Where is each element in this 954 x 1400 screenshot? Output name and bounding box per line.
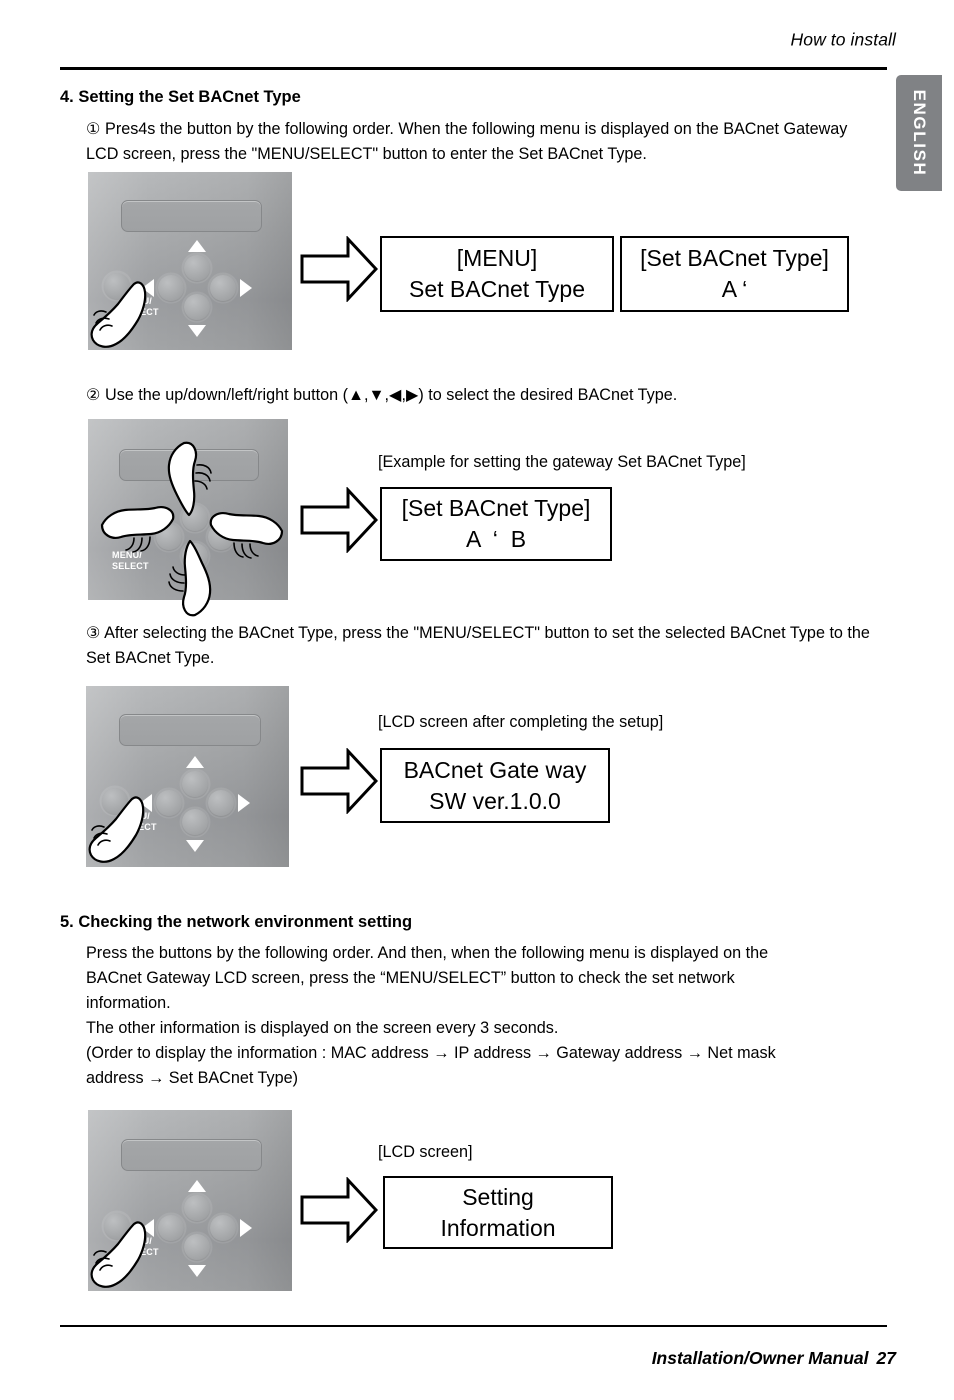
down-arrow-icon-4 — [188, 1265, 206, 1277]
left-button-3[interactable] — [156, 790, 182, 816]
caption-lcd-after-setup: [LCD screen after completing the setup] — [378, 713, 664, 731]
device-panel-3: MENU/ SELECT — [86, 686, 289, 867]
pointing-hand-icon-4 — [90, 1221, 147, 1288]
down-button-3[interactable] — [182, 809, 208, 835]
down-arrow-icon-1 — [188, 325, 206, 337]
step-3-text: After selecting the BACnet Type, press t… — [86, 624, 870, 667]
footer-page-number: 27 — [876, 1348, 896, 1368]
lcd-display-setting-information: Setting Information — [383, 1176, 613, 1249]
left-button-1[interactable] — [158, 275, 184, 301]
step-3-marker: ③ After selecting the BACnet Type, press… — [86, 621, 886, 671]
lcd-display-gateway-version: BACnet Gate way SW ver.1.0.0 — [380, 748, 610, 823]
up-button-4[interactable] — [184, 1195, 210, 1221]
up-arrow-icon-3 — [186, 756, 204, 768]
right-arrow-icon-3 — [238, 794, 250, 812]
lcd-setting-info-line-2: Information — [440, 1214, 556, 1241]
footer: Installation/Owner Manual 27 — [652, 1348, 896, 1369]
step-2-marker-glyph: ② — [86, 386, 101, 404]
flow-arrow-icon-4 — [300, 1177, 378, 1243]
lcd-set-type-ab-line-2: A ‘ B — [465, 526, 527, 552]
header-divider — [60, 67, 887, 70]
flow-arrow-icon-2 — [300, 487, 378, 553]
page-header: How to install — [0, 0, 954, 72]
section-5-line-5: (Order to display the information : MAC … — [86, 1044, 776, 1062]
caption-example-setting: [Example for setting the gateway Set BAC… — [378, 453, 746, 471]
left-button-4[interactable] — [158, 1215, 184, 1241]
flow-arrow-icon-1 — [300, 236, 378, 302]
footer-manual-text: Installation/Owner Manual — [651, 1348, 869, 1368]
device-panel-1: MENU/ SELECT — [88, 172, 292, 350]
down-button-1[interactable] — [184, 294, 210, 320]
section-5-line-6: address → Set BACnet Type) — [86, 1069, 299, 1087]
up-button-3[interactable] — [182, 771, 208, 797]
step-2-text: Use the up/down/left/right button (▲,▼,◀… — [105, 386, 678, 404]
lcd-gateway-version-line-1: BACnet Gate way — [403, 756, 587, 783]
section-5-line-2: BACnet Gateway LCD screen, press the “ME… — [86, 969, 735, 987]
lcd-set-type-ab-line-1: [Set BACnet Type] — [401, 495, 591, 521]
language-tab: ENGLISH — [896, 75, 942, 191]
menu-select-label-line2-2: SELECT — [112, 561, 149, 571]
section-5-line-4: The other information is displayed on th… — [86, 1019, 559, 1037]
right-arrow-icon-1 — [240, 279, 252, 297]
lcd-display-menu: [MENU] Set BACnet Type — [380, 236, 614, 312]
lcd-menu-line-2: Set BACnet Type — [408, 276, 585, 302]
device-lcd-strip-3 — [119, 714, 261, 746]
device-lcd-strip-1 — [121, 200, 262, 232]
device-panel-4: MENU/ SELECT — [88, 1110, 292, 1291]
right-button-1[interactable] — [210, 275, 236, 301]
header-title: How to install — [790, 29, 896, 50]
lcd-setting-info-line-1: Setting — [462, 1183, 534, 1210]
step-1-text: Pres4s the button by the following order… — [86, 120, 848, 163]
pointing-hand-icon-3 — [88, 796, 145, 863]
up-button-1[interactable] — [184, 255, 210, 281]
section-4-heading: 4. Setting the Set BACnet Type — [60, 88, 301, 106]
footer-divider — [60, 1325, 887, 1328]
up-arrow-icon-4 — [188, 1180, 206, 1192]
section-5-body: Press the buttons by the following order… — [86, 941, 906, 1091]
right-arrow-icon-4 — [240, 1219, 252, 1237]
pointing-hand-icon-1 — [90, 281, 147, 348]
pointing-hand-icon-left-2 — [100, 506, 175, 553]
caption-lcd-screen: [LCD screen] — [378, 1143, 473, 1161]
pointing-hand-icon-right-2 — [209, 512, 284, 559]
device-lcd-strip-4 — [121, 1139, 262, 1171]
section-5-line-3: information. — [86, 994, 171, 1012]
section-5-line-1: Press the buttons by the following order… — [86, 944, 769, 962]
step-2-marker: ② Use the up/down/left/right button (▲,▼… — [86, 383, 886, 408]
right-button-3[interactable] — [208, 790, 234, 816]
right-button-4[interactable] — [210, 1215, 236, 1241]
lcd-display-set-type-ab: [Set BACnet Type] A ‘ B — [380, 487, 612, 561]
up-arrow-icon-1 — [188, 240, 206, 252]
flow-arrow-icon-3 — [300, 748, 378, 814]
section-5-heading: 5. Checking the network environment sett… — [60, 913, 413, 931]
lcd-set-type-a-line-2: A ‘ — [721, 276, 748, 302]
lcd-display-set-type-a: [Set BACnet Type] A ‘ — [620, 236, 849, 312]
device-panel-2: MENU/ SELECT — [88, 419, 288, 617]
lcd-gateway-version-line-2: SW ver.1.0.0 — [429, 787, 561, 814]
down-arrow-icon-3 — [186, 840, 204, 852]
step-3-marker-glyph: ③ — [86, 624, 101, 642]
step-1-marker-glyph: ① — [86, 120, 101, 138]
lcd-set-type-a-line-1: [Set BACnet Type] — [640, 245, 829, 271]
language-tab-label: ENGLISH — [910, 89, 929, 177]
down-button-4[interactable] — [184, 1234, 210, 1260]
lcd-menu-line-1: [MENU] — [456, 245, 538, 271]
step-1-marker: ① Pres4s the button by the following ord… — [86, 117, 876, 167]
